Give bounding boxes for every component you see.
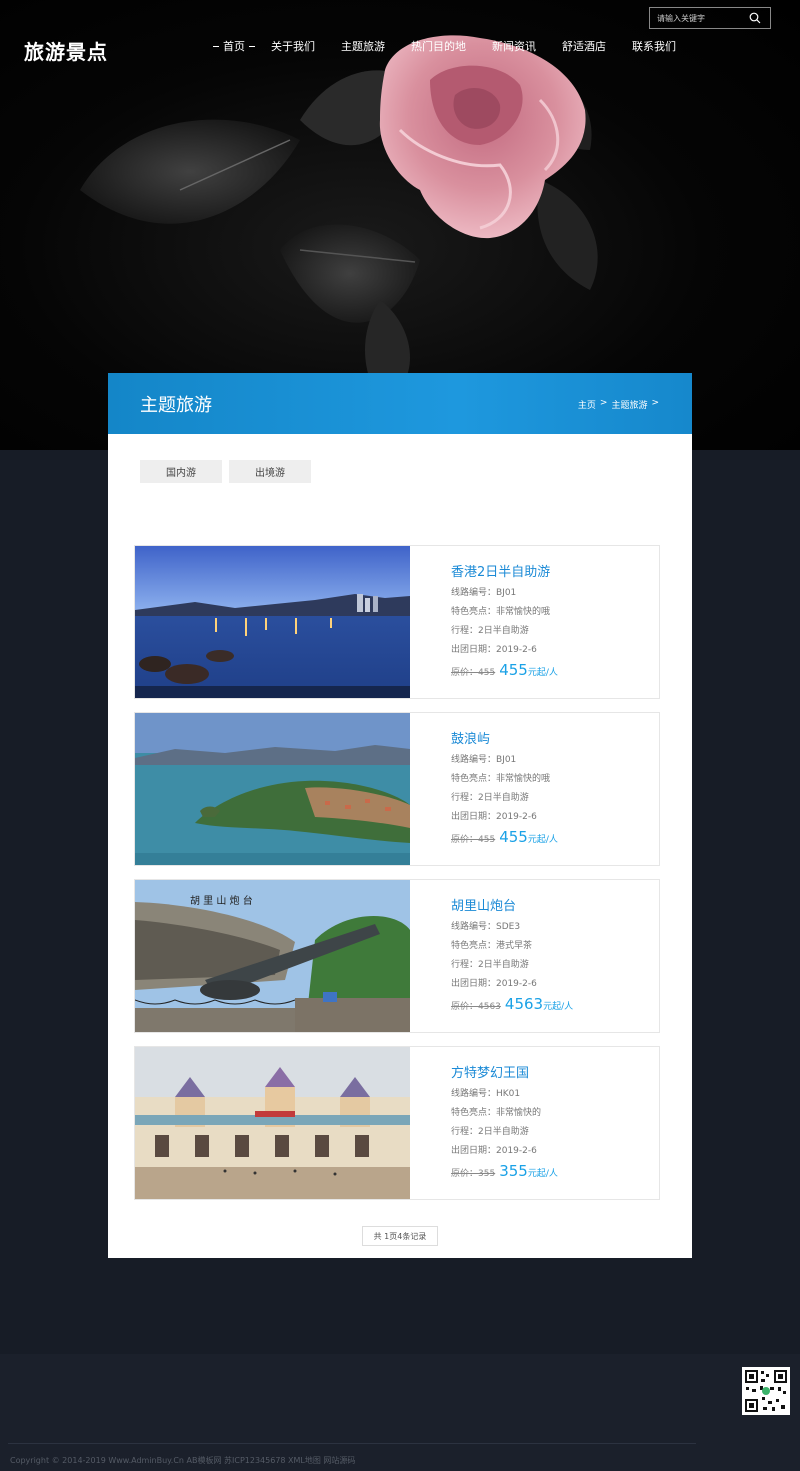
breadcrumb: 主页 > 主题旅游 >: [578, 398, 659, 411]
tour-title[interactable]: 香港2日半自助游: [451, 561, 558, 580]
tour-info: 鼓浪屿 线路编号：BJ01 特色亮点：非常愉快的哦 行程：2日半自助游 出团日期…: [410, 713, 558, 865]
tour-title[interactable]: 鼓浪屿: [451, 728, 558, 747]
nav-item-destinations[interactable]: 热门目的地: [398, 38, 479, 54]
breadcrumb-home[interactable]: 主页: [578, 398, 596, 411]
tour-highlight: 特色亮点：非常愉快的哦: [451, 607, 551, 617]
tour-date: 出团日期：2019-2-6: [451, 645, 537, 655]
category-tabs: 国内游 出境游: [140, 460, 311, 483]
price-unit: 元起/人: [527, 1169, 558, 1179]
site-logo[interactable]: 旅游景点: [24, 36, 108, 65]
tour-info: 香港2日半自助游 线路编号：BJ01 特色亮点：非常愉快的哦 行程：2日半自助游…: [410, 546, 558, 698]
tour-card: 香港2日半自助游 线路编号：BJ01 特色亮点：非常愉快的哦 行程：2日半自助游…: [134, 545, 660, 699]
tour-price: 4563: [504, 995, 544, 1013]
tour-date: 出团日期：2019-2-6: [451, 812, 537, 822]
nav-item-hotels[interactable]: 舒适酒店: [549, 38, 619, 54]
breadcrumb-current[interactable]: 主题旅游: [611, 398, 647, 411]
tab-outbound[interactable]: 出境游: [229, 460, 311, 483]
panel-header: 主题旅游 主页 > 主题旅游 >: [108, 373, 692, 434]
tour-highlight: 特色亮点：港式早茶: [451, 941, 533, 951]
tour-image[interactable]: [135, 713, 410, 865]
tour-list: 香港2日半自助游 线路编号：BJ01 特色亮点：非常愉快的哦 行程：2日半自助游…: [134, 545, 660, 1213]
price-row: 原价：355 355 元起/人: [451, 1162, 558, 1180]
tour-card: 方特梦幻王国 线路编号：HK01 特色亮点：非常愉快的 行程：2日半自助游 出团…: [134, 1046, 660, 1200]
tour-image[interactable]: [135, 546, 410, 698]
nav-item-news[interactable]: 新闻资讯: [479, 38, 549, 54]
tour-trip: 行程：2日半自助游: [451, 626, 529, 636]
nav-item-about[interactable]: 关于我们: [258, 38, 328, 54]
tour-code: 线路编号：BJ01: [451, 755, 517, 765]
tour-date: 出团日期：2019-2-6: [451, 1146, 537, 1156]
main-nav: 首页 关于我们 主题旅游 热门目的地 新闻资讯 舒适酒店 联系我们: [210, 38, 689, 54]
tour-card: 胡 里 山 炮 台 胡里山炮台 线路编号：SDE3 特色亮点：港式早茶 行程：2…: [134, 879, 660, 1033]
price-row: 原价：4563 4563 元起/人: [451, 995, 573, 1013]
content-panel: 主题旅游 主页 > 主题旅游 > 国内游 出境游 香港2日半自助游 线路编号：B…: [108, 373, 692, 1258]
tour-trip: 行程：2日半自助游: [451, 793, 529, 803]
search-box: [649, 7, 771, 29]
tour-trip: 行程：2日半自助游: [451, 960, 529, 970]
breadcrumb-separator: >: [651, 398, 659, 408]
price-row: 原价：455 455 元起/人: [451, 661, 558, 679]
footer-divider: [8, 1443, 696, 1444]
tour-price: 355: [499, 1162, 528, 1180]
price-unit: 元起/人: [527, 835, 558, 845]
tour-code: 线路编号：HK01: [451, 1089, 521, 1099]
tour-trip: 行程：2日半自助游: [451, 1127, 529, 1137]
original-price: 原价：455: [451, 835, 496, 845]
tab-domestic[interactable]: 国内游: [140, 460, 222, 483]
nav-item-theme-travel[interactable]: 主题旅游: [328, 38, 398, 54]
copyright-text: Copyright © 2014-2019 Www.AdminBuy.Cn AB…: [10, 1456, 356, 1465]
site-footer: Copyright © 2014-2019 Www.AdminBuy.Cn AB…: [0, 1354, 800, 1471]
nav-item-contact[interactable]: 联系我们: [619, 38, 689, 54]
tour-price: 455: [499, 828, 528, 846]
qr-code-icon: [742, 1367, 790, 1415]
breadcrumb-separator: >: [599, 398, 608, 408]
tour-image[interactable]: 胡 里 山 炮 台: [135, 880, 410, 1032]
original-price: 原价：455: [451, 668, 496, 678]
original-price: 原价：4563: [451, 1002, 501, 1012]
pagination-info: 共 1页4条记录: [362, 1226, 438, 1246]
nav-item-home[interactable]: 首页: [210, 38, 258, 54]
tour-date: 出团日期：2019-2-6: [451, 979, 537, 989]
price-unit: 元起/人: [527, 668, 558, 678]
price-row: 原价：455 455 元起/人: [451, 828, 558, 846]
svg-text:胡 里 山 炮 台: 胡 里 山 炮 台: [190, 894, 253, 907]
tour-title[interactable]: 方特梦幻王国: [451, 1062, 558, 1081]
tour-title[interactable]: 胡里山炮台: [451, 895, 573, 914]
original-price: 原价：355: [451, 1169, 496, 1179]
tour-code: 线路编号：BJ01: [451, 588, 517, 598]
tour-highlight: 特色亮点：非常愉快的: [451, 1108, 542, 1118]
search-icon[interactable]: [745, 8, 765, 28]
price-unit: 元起/人: [543, 1002, 574, 1012]
tour-price: 455: [499, 661, 528, 679]
tour-info: 方特梦幻王国 线路编号：HK01 特色亮点：非常愉快的 行程：2日半自助游 出团…: [410, 1047, 558, 1199]
search-input[interactable]: [650, 13, 745, 23]
tour-image[interactable]: [135, 1047, 410, 1199]
tour-info: 胡里山炮台 线路编号：SDE3 特色亮点：港式早茶 行程：2日半自助游 出团日期…: [410, 880, 573, 1032]
tour-code: 线路编号：SDE3: [451, 922, 521, 932]
tour-highlight: 特色亮点：非常愉快的哦: [451, 774, 551, 784]
page-title: 主题旅游: [140, 395, 212, 416]
tour-card: 鼓浪屿 线路编号：BJ01 特色亮点：非常愉快的哦 行程：2日半自助游 出团日期…: [134, 712, 660, 866]
